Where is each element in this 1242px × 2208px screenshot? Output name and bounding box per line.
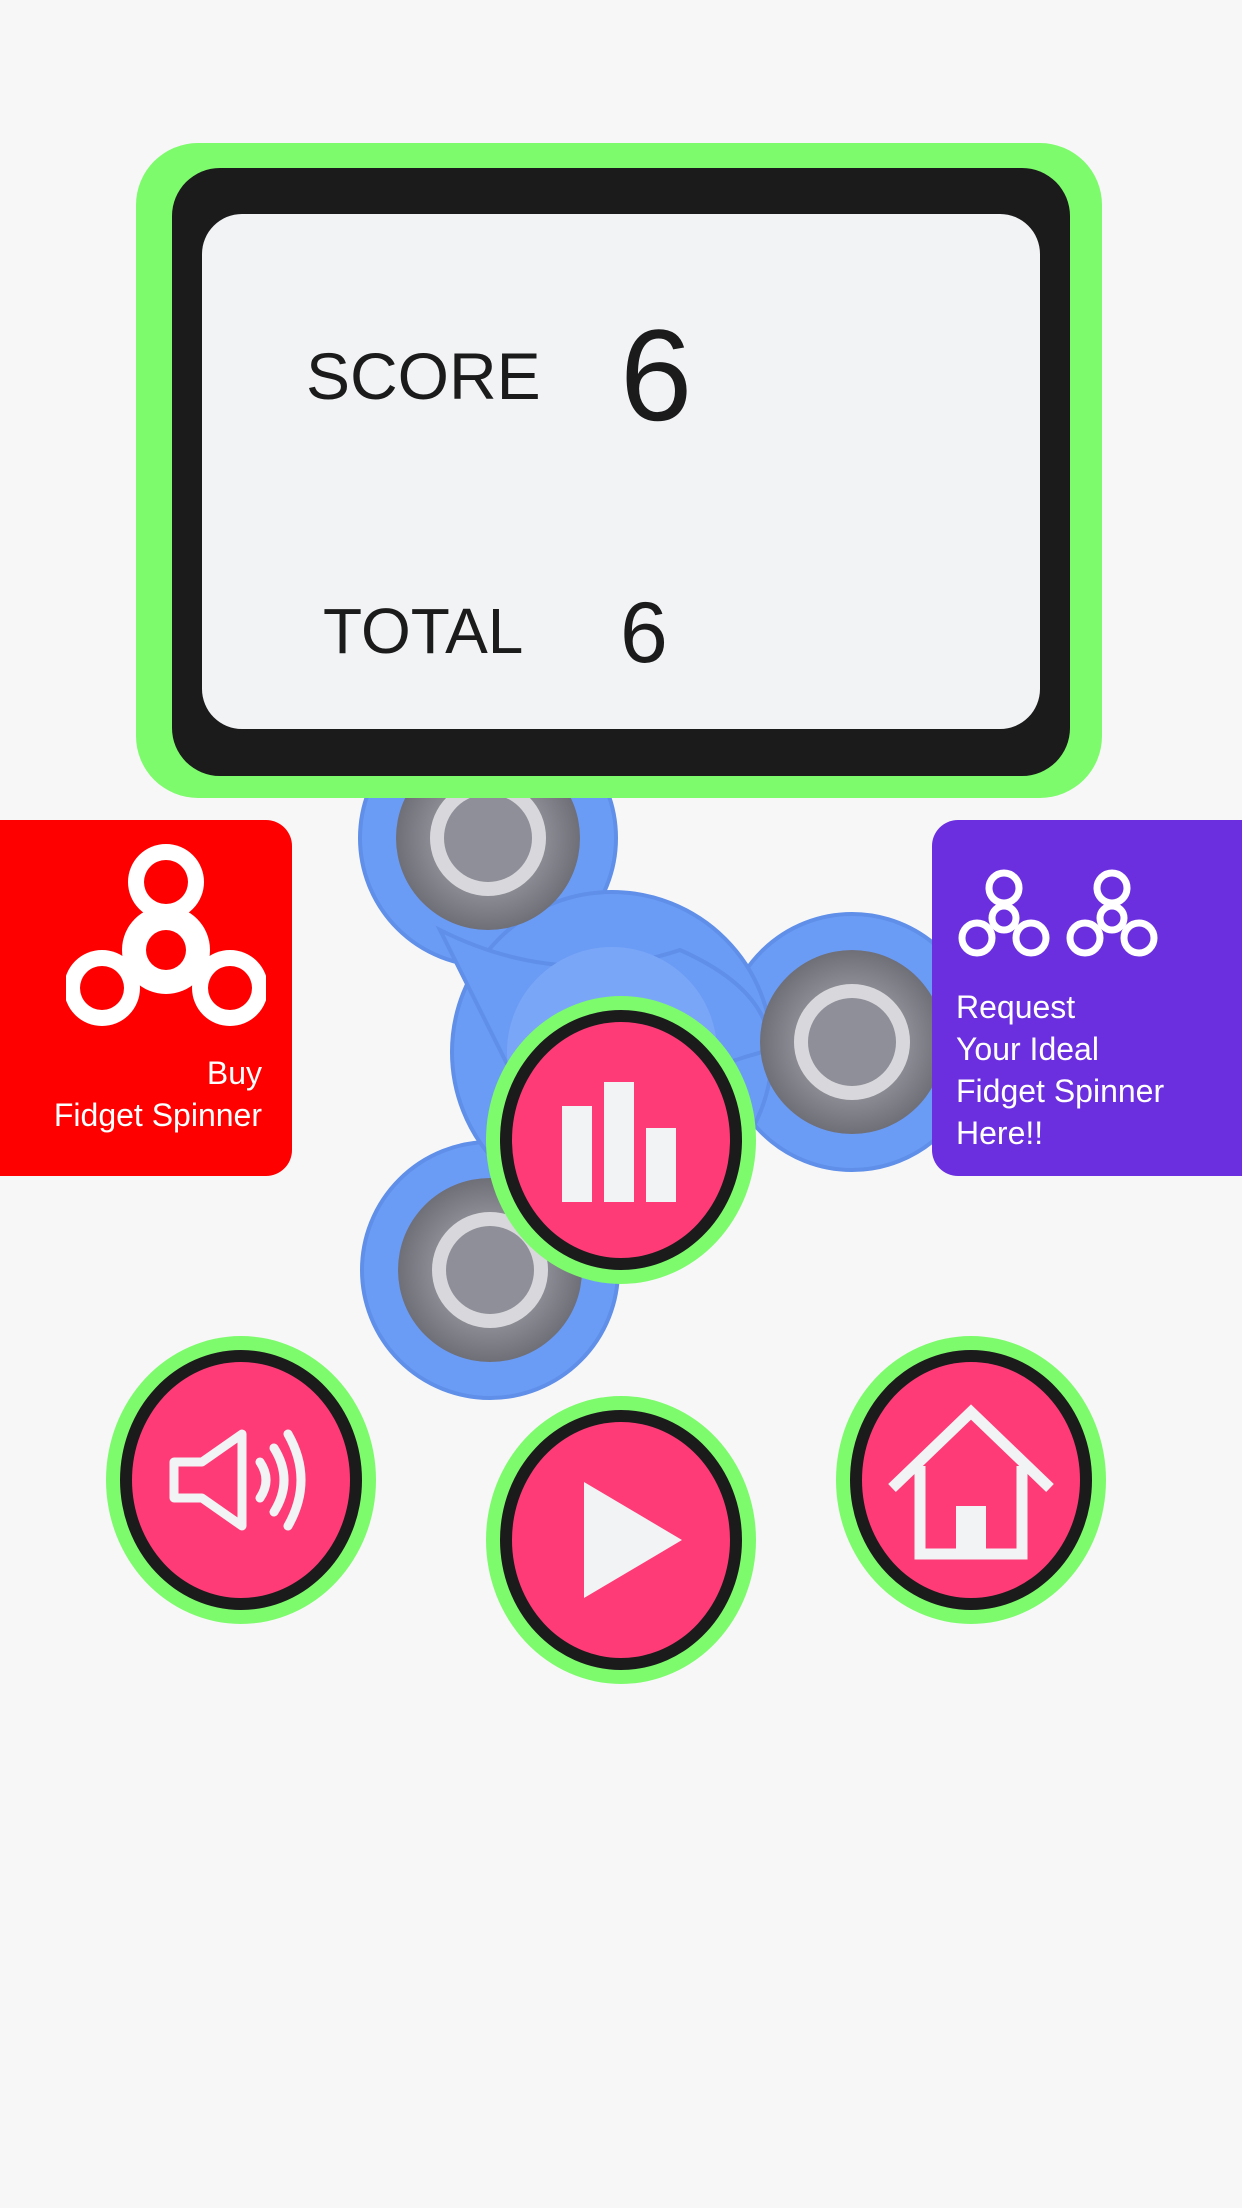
request-card-text: Request Your Ideal Fidget Spinner Here!! (956, 986, 1164, 1154)
sound-button[interactable] (106, 1336, 376, 1624)
total-label: TOTAL (323, 595, 524, 667)
request-card-line1: Request (956, 989, 1076, 1025)
fidget-spinner-icon (66, 844, 266, 1026)
speaker-icon (169, 1429, 306, 1531)
score-label: SCORE (306, 339, 541, 413)
request-card-line2: Your Ideal (956, 1031, 1099, 1067)
home-button[interactable] (836, 1336, 1106, 1624)
request-card-line4: Here!! (956, 1115, 1044, 1151)
request-card-line3: Fidget Spinner (956, 1073, 1165, 1109)
bar-chart-icon (562, 1082, 676, 1202)
fidget-spinner-pair-icon (958, 869, 1158, 957)
home-icon (888, 1404, 1054, 1560)
total-value: 6 (620, 585, 668, 681)
play-button[interactable] (486, 1396, 756, 1684)
buy-card-line1: Buy (206, 1055, 262, 1091)
score-value: 6 (620, 302, 693, 448)
buy-fidget-spinner-card[interactable]: Buy Fidget Spinner (0, 820, 292, 1176)
stats-button[interactable] (486, 996, 756, 1284)
buy-card-line2: Fidget Spinner (53, 1097, 262, 1133)
request-fidget-spinner-card[interactable]: Request Your Ideal Fidget Spinner Here!! (932, 820, 1242, 1176)
buy-card-text: Buy Fidget Spinner (54, 1052, 262, 1136)
play-icon (584, 1482, 682, 1598)
